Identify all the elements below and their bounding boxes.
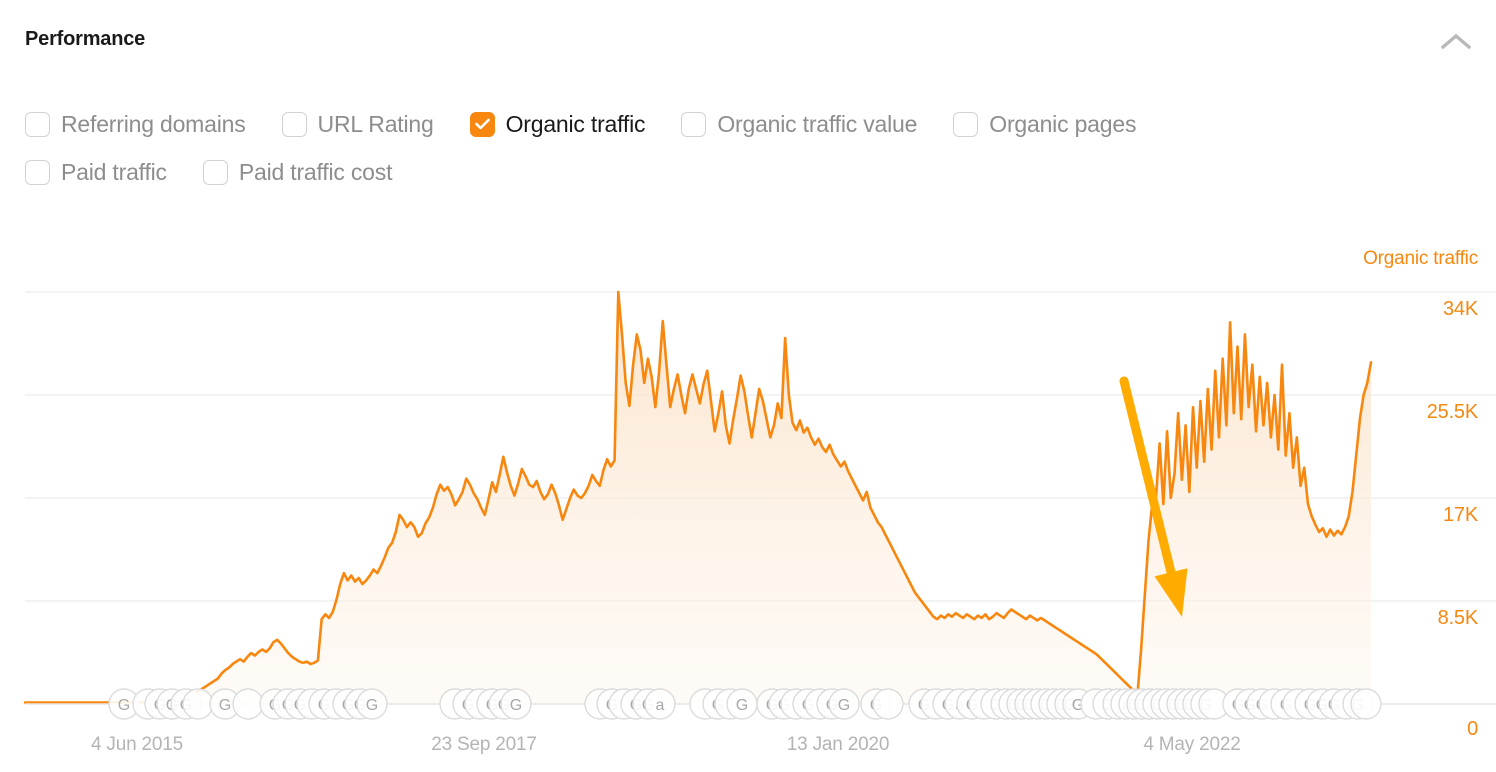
event-marker-label: a — [656, 697, 665, 714]
metric-toggle-url-rating[interactable]: URL Rating — [281, 110, 434, 138]
event-marker-circle[interactable] — [1350, 688, 1382, 720]
performance-chart[interactable]: Organic traffic GGGGGGGGGGGGGGGGGGGaGGGG… — [0, 236, 1496, 772]
x-tick-2: 13 Jan 2020 — [786, 734, 890, 755]
checkbox-paid-traffic-cost[interactable] — [202, 159, 228, 185]
metric-toggle-referring-domains[interactable]: Referring domains — [25, 111, 246, 138]
metric-label-organic-traffic: Organic traffic — [505, 110, 646, 137]
chart-canvas[interactable]: GGGGGGGGGGGGGGGGGGGaGGGGGGGGGGaGGGGGGGGG… — [0, 236, 1496, 772]
y-tick-3: 8.5K — [1437, 607, 1479, 629]
metric-label-organic-pages: Organic pages — [989, 110, 1137, 137]
metric-label-url-rating: URL Rating — [317, 110, 434, 137]
y-tick-4: 0 — [1467, 718, 1478, 740]
checkbox-organic-traffic[interactable] — [469, 111, 495, 137]
metric-row-1: Referring domains URL Rating Organic tra… — [25, 100, 1465, 148]
checkbox-url-rating[interactable] — [281, 111, 307, 137]
x-tick-3: 4 May 2022 — [1143, 734, 1241, 755]
metric-toggle-paid-traffic-cost[interactable]: Paid traffic cost — [202, 158, 393, 186]
metric-toggle-organic-traffic[interactable]: Organic traffic — [469, 110, 646, 138]
y-tick-0: 34K — [1443, 298, 1478, 320]
checkbox-paid-traffic[interactable] — [25, 159, 50, 185]
event-marker-label: G — [366, 697, 378, 714]
y-tick-2: 17K — [1443, 504, 1478, 526]
page-title: Performance — [25, 28, 146, 50]
metric-toggle-paid-traffic[interactable]: Paid traffic — [25, 159, 167, 186]
metric-label-paid-traffic-cost: Paid traffic cost — [238, 158, 393, 185]
event-marker-label: G — [118, 697, 130, 714]
x-tick-0: 4 Jun 2015 — [90, 734, 184, 755]
event-marker-label: G — [219, 697, 231, 714]
metric-toggle-list: Referring domains URL Rating Organic tra… — [25, 100, 1465, 196]
collapse-panel-button[interactable] — [1434, 20, 1478, 64]
event-marker-label: G — [510, 697, 522, 714]
metric-toggle-organic-pages[interactable]: Organic pages — [953, 111, 1136, 138]
x-tick-1: 23 Sep 2017 — [431, 734, 537, 755]
event-marker-circle[interactable] — [872, 688, 904, 720]
event-marker-circle[interactable] — [232, 688, 264, 720]
metric-label-organic-traffic-value: Organic traffic value — [717, 110, 918, 137]
metric-label-referring-domains: Referring domains — [61, 110, 246, 137]
chevron-up-icon — [1441, 33, 1471, 51]
performance-panel-header: Performance — [0, 0, 1496, 76]
checkbox-organic-pages[interactable] — [953, 111, 979, 137]
event-marker-circle[interactable] — [182, 688, 214, 720]
event-marker-label: G — [838, 697, 850, 714]
metric-row-2: Paid traffic Paid traffic cost — [25, 148, 1465, 196]
metric-toggle-organic-traffic-value[interactable]: Organic traffic value — [681, 111, 917, 138]
checkbox-referring-domains[interactable] — [25, 111, 50, 137]
checkbox-organic-traffic-value[interactable] — [681, 111, 707, 137]
metric-label-paid-traffic: Paid traffic — [61, 158, 167, 185]
event-marker-label: G — [736, 697, 748, 714]
y-tick-1: 25.5K — [1426, 401, 1478, 423]
event-marker-group[interactable]: GGGGGGGGGGGGGGGGGGGaGGGGGGGGGGaGGGGGGGGG… — [108, 688, 1382, 720]
